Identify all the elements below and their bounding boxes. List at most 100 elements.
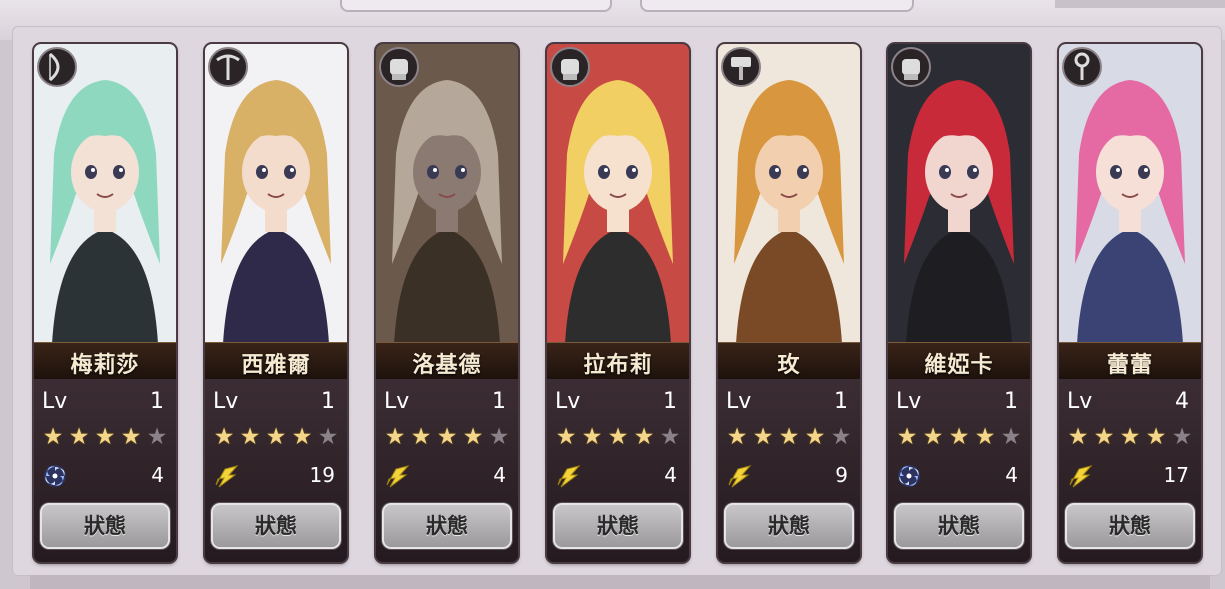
level-value: 1 [321, 389, 335, 414]
star-filled-icon: ★ [213, 424, 235, 450]
level-label: Lv [1067, 389, 1093, 414]
character-card[interactable]: 西雅爾 Lv 1 ★ ★ ★ ★ ★ 19 狀態 [205, 44, 347, 562]
star-filled-icon: ★ [778, 424, 800, 450]
star-filled-icon: ★ [410, 424, 432, 450]
star-filled-icon: ★ [752, 424, 774, 450]
lightning-wing-icon [213, 463, 239, 489]
star-rating: ★ ★ ★ ★ ★ [724, 425, 854, 449]
star-rating: ★ ★ ★ ★ ★ [894, 425, 1024, 449]
top-tab-left[interactable] [340, 0, 612, 12]
character-stats: Lv 1 ★ ★ ★ ★ ★ 9 狀態 [718, 379, 860, 562]
staff-icon [1061, 46, 1103, 88]
star-filled-icon: ★ [436, 424, 458, 450]
character-stats: Lv 1 ★ ★ ★ ★ ★ 4 狀態 [376, 379, 518, 562]
level-label: Lv [213, 389, 239, 414]
item-count: 4 [664, 463, 677, 487]
lightning-wing-icon [384, 463, 410, 489]
star-rating: ★ ★ ★ ★ ★ [382, 425, 512, 449]
nameplate: 拉布莉 [547, 342, 689, 380]
star-empty-icon: ★ [146, 424, 168, 450]
bow-icon [36, 46, 78, 88]
star-empty-icon: ★ [830, 424, 852, 450]
star-filled-icon: ★ [974, 424, 996, 450]
character-card[interactable]: 玫 Lv 1 ★ ★ ★ ★ ★ 9 狀態 [718, 44, 860, 562]
gauntlet-icon [549, 46, 591, 88]
nameplate: 蕾蕾 [1059, 342, 1201, 380]
star-filled-icon: ★ [555, 424, 577, 450]
status-button[interactable]: 狀態 [40, 503, 170, 549]
lightning-wing-icon [555, 463, 581, 489]
item-count: 19 [309, 463, 335, 487]
star-filled-icon: ★ [633, 424, 655, 450]
status-button[interactable]: 狀態 [211, 503, 341, 549]
star-filled-icon: ★ [1119, 424, 1141, 450]
status-button[interactable]: 狀態 [382, 503, 512, 549]
level-value: 1 [663, 389, 677, 414]
level-value: 1 [150, 389, 164, 414]
item-count: 9 [835, 463, 848, 487]
star-filled-icon: ★ [68, 424, 90, 450]
top-right-widget [1055, 0, 1225, 8]
level-value: 1 [492, 389, 506, 414]
character-portrait[interactable] [547, 44, 689, 344]
gauntlet-icon [890, 46, 932, 88]
status-button[interactable]: 狀態 [553, 503, 683, 549]
star-filled-icon: ★ [265, 424, 287, 450]
character-stats: Lv 1 ★ ★ ★ ★ ★ 4 狀態 [34, 379, 176, 562]
character-portrait[interactable] [34, 44, 176, 344]
star-filled-icon: ★ [120, 424, 142, 450]
star-empty-icon: ★ [659, 424, 681, 450]
character-card[interactable]: 洛基德 Lv 1 ★ ★ ★ ★ ★ 4 狀態 [376, 44, 518, 562]
nameplate: 玫 [718, 342, 860, 380]
star-filled-icon: ★ [1145, 424, 1167, 450]
star-filled-icon: ★ [462, 424, 484, 450]
wind-swirl-icon [42, 463, 68, 489]
lightning-wing-icon [726, 463, 752, 489]
level-value: 1 [834, 389, 848, 414]
character-portrait[interactable] [205, 44, 347, 344]
character-card[interactable]: 拉布莉 Lv 1 ★ ★ ★ ★ ★ 4 狀態 [547, 44, 689, 562]
top-tab-right[interactable] [640, 0, 914, 12]
star-filled-icon: ★ [291, 424, 313, 450]
character-card[interactable]: 梅莉莎 Lv 1 ★ ★ ★ ★ ★ 4 狀態 [34, 44, 176, 562]
nameplate: 維婭卡 [888, 342, 1030, 380]
item-count: 4 [493, 463, 506, 487]
level-value: 1 [1004, 389, 1018, 414]
star-empty-icon: ★ [1171, 424, 1193, 450]
star-filled-icon: ★ [896, 424, 918, 450]
character-portrait[interactable] [376, 44, 518, 344]
character-card[interactable]: 維婭卡 Lv 1 ★ ★ ★ ★ ★ 4 狀態 [888, 44, 1030, 562]
star-filled-icon: ★ [726, 424, 748, 450]
bottom-strip [30, 575, 1210, 589]
character-portrait[interactable] [888, 44, 1030, 344]
star-rating: ★ ★ ★ ★ ★ [553, 425, 683, 449]
level-label: Lv [384, 389, 410, 414]
star-empty-icon: ★ [488, 424, 510, 450]
character-portrait[interactable] [1059, 44, 1201, 344]
status-button[interactable]: 狀態 [894, 503, 1024, 549]
star-filled-icon: ★ [581, 424, 603, 450]
star-filled-icon: ★ [1093, 424, 1115, 450]
character-card[interactable]: 蕾蕾 Lv 4 ★ ★ ★ ★ ★ 17 狀態 [1059, 44, 1201, 562]
character-name: 拉布莉 [583, 352, 653, 378]
nameplate: 梅莉莎 [34, 342, 176, 380]
star-rating: ★ ★ ★ ★ ★ [1065, 425, 1195, 449]
level-label: Lv [555, 389, 581, 414]
star-filled-icon: ★ [384, 424, 406, 450]
character-stats: Lv 1 ★ ★ ★ ★ ★ 19 狀態 [205, 379, 347, 562]
character-stats: Lv 4 ★ ★ ★ ★ ★ 17 狀態 [1059, 379, 1201, 562]
item-count: 4 [151, 463, 164, 487]
status-button[interactable]: 狀態 [724, 503, 854, 549]
star-filled-icon: ★ [948, 424, 970, 450]
star-rating: ★ ★ ★ ★ ★ [40, 425, 170, 449]
character-name: 洛基德 [412, 352, 482, 378]
nameplate: 洛基德 [376, 342, 518, 380]
level-label: Lv [896, 389, 922, 414]
star-filled-icon: ★ [1067, 424, 1089, 450]
status-button[interactable]: 狀態 [1065, 503, 1195, 549]
character-stats: Lv 1 ★ ★ ★ ★ ★ 4 狀態 [547, 379, 689, 562]
character-portrait[interactable] [718, 44, 860, 344]
gauntlet-icon [378, 46, 420, 88]
character-name: 西雅爾 [241, 352, 311, 378]
character-stats: Lv 1 ★ ★ ★ ★ ★ 4 狀態 [888, 379, 1030, 562]
